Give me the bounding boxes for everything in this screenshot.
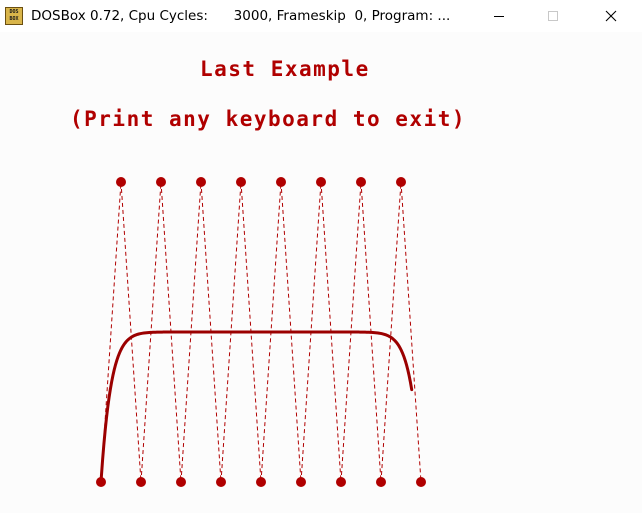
control-point: [256, 477, 266, 487]
control-point: [236, 177, 246, 187]
control-polygon-segment: [400, 181, 422, 483]
control-polygon-segment: [120, 181, 142, 483]
control-point: [336, 477, 346, 487]
control-polygon-segment: [380, 181, 402, 483]
control-point: [276, 177, 286, 187]
title-bar[interactable]: DOS BOX DOSBox 0.72, Cpu Cycles: 3000, F…: [0, 0, 642, 33]
control-point: [116, 177, 126, 187]
control-point: [176, 477, 186, 487]
dos-screen[interactable]: Last Example (Print any keyboard to exit…: [0, 32, 642, 513]
dosbox-app-icon[interactable]: DOS BOX: [5, 7, 23, 25]
minimize-button[interactable]: [476, 0, 522, 32]
control-point: [96, 477, 106, 487]
close-icon: [605, 10, 617, 22]
bezier-curve: [99, 330, 414, 479]
control-point: [356, 177, 366, 187]
bezier-graphic: [96, 177, 426, 487]
minimize-icon: [494, 16, 504, 17]
close-button[interactable]: [588, 0, 634, 32]
control-point: [196, 177, 206, 187]
control-point: [296, 477, 306, 487]
control-point: [316, 177, 326, 187]
control-point: [156, 177, 166, 187]
window-title: DOSBox 0.72, Cpu Cycles: 3000, Frameskip…: [31, 8, 451, 24]
control-point: [136, 477, 146, 487]
control-point: [416, 477, 426, 487]
maximize-button[interactable]: [530, 0, 576, 32]
maximize-icon: [548, 11, 558, 21]
control-point: [216, 477, 226, 487]
app-icon-text: DOS BOX: [9, 9, 19, 22]
control-point: [396, 177, 406, 187]
control-point: [376, 477, 386, 487]
